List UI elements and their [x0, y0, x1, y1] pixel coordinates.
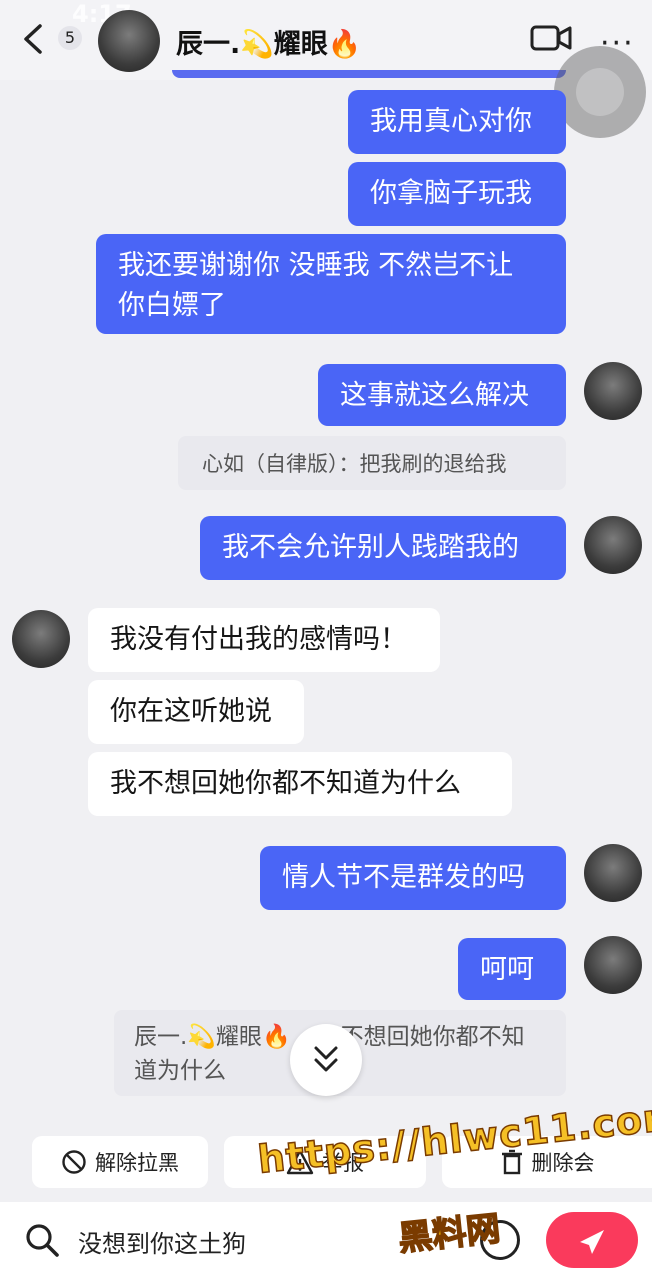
message-bubble-outgoing[interactable]: 情人节不是群发的吗 [260, 846, 566, 910]
self-avatar[interactable] [584, 844, 642, 902]
unread-count-badge: 5 [58, 26, 82, 50]
search-icon[interactable] [24, 1222, 60, 1258]
floating-assist-button[interactable] [554, 46, 646, 138]
unblock-button[interactable]: 解除拉黑 [32, 1136, 208, 1188]
message-input[interactable]: 没想到你这土狗 [78, 1224, 246, 1259]
message-bubble-outgoing[interactable]: 我不会允许别人践踏我的 [200, 516, 566, 580]
send-arrow-icon [580, 1230, 604, 1254]
self-avatar[interactable] [584, 936, 642, 994]
message-bubble-outgoing[interactable]: 我还要谢谢你 没睡我 不然岂不让 你白嫖了 [96, 234, 566, 334]
back-arrow-icon[interactable] [18, 22, 48, 56]
reply-quote-text: 不想回她你都不知 [340, 1024, 525, 1050]
quoted-message[interactable]: 心如（自律版）：把我刷的退给我 [178, 436, 566, 490]
send-button[interactable] [546, 1212, 638, 1268]
reply-quote-text-cont: 道为什么 [134, 1058, 226, 1084]
reply-quote-author: 辰一.💫耀眼🔥 [134, 1024, 291, 1050]
message-bubble-outgoing[interactable]: 你拿脑子玩我 [348, 162, 566, 226]
scroll-to-bottom-button[interactable] [290, 1024, 362, 1096]
double-chevron-down-icon [314, 1046, 338, 1072]
block-icon [62, 1150, 86, 1174]
message-bubble-incoming[interactable]: 我不想回她你都不知道为什么 [88, 752, 512, 816]
message-bubble-incoming[interactable]: 我没有付出我的感情吗！ [88, 608, 440, 672]
video-call-icon[interactable] [530, 24, 572, 52]
message-bubble-outgoing[interactable]: 这事就这么解决 [318, 364, 566, 426]
unblock-label: 解除拉黑 [95, 1151, 179, 1175]
self-avatar[interactable] [584, 516, 642, 574]
self-avatar[interactable] [584, 362, 642, 420]
contact-name[interactable]: 辰一.💫耀眼🔥 [176, 22, 362, 61]
contact-avatar[interactable] [98, 10, 160, 72]
message-bubble-outgoing[interactable]: 呵呵 [458, 938, 566, 1000]
previous-message-bubble-edge [172, 70, 566, 78]
contact-message-avatar[interactable] [12, 610, 70, 668]
message-bubble-incoming[interactable]: 你在这听她说 [88, 680, 304, 744]
message-bubble-outgoing[interactable]: 我用真心对你 [348, 90, 566, 154]
